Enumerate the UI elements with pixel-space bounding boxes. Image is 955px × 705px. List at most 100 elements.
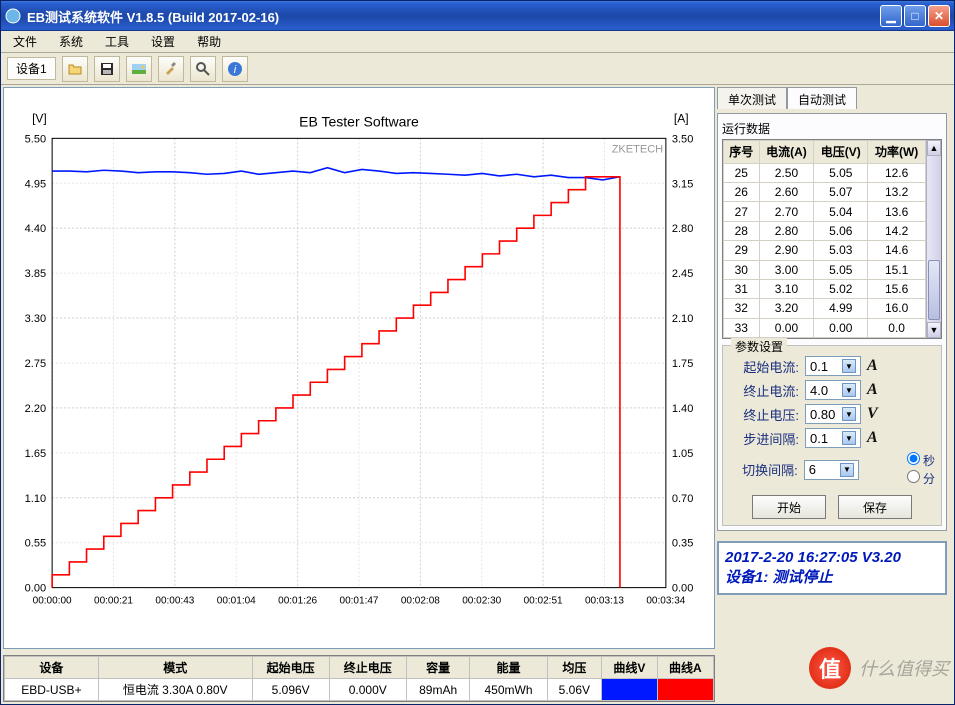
app-icon bbox=[5, 8, 21, 24]
table-row[interactable]: 272.705.0413.6 bbox=[724, 202, 926, 221]
table-cell: 3.00 bbox=[759, 260, 814, 279]
start-button[interactable]: 开始 bbox=[752, 495, 826, 519]
table-row[interactable]: 330.000.000.0 bbox=[724, 318, 926, 337]
tools-icon[interactable] bbox=[158, 56, 184, 82]
open-icon[interactable] bbox=[62, 56, 88, 82]
client-area: EB Tester Software[V][A]ZKETECH5.504.954… bbox=[1, 85, 954, 704]
table-cell: 3.20 bbox=[759, 299, 814, 318]
svg-text:00:02:30: 00:02:30 bbox=[462, 596, 501, 607]
chart-canvas: EB Tester Software[V][A]ZKETECH5.504.954… bbox=[4, 88, 714, 648]
table-cell: 27 bbox=[724, 202, 760, 221]
menu-system[interactable]: 系统 bbox=[53, 31, 89, 52]
run-data-label: 运行数据 bbox=[722, 118, 942, 139]
table-row[interactable]: 292.905.0314.6 bbox=[724, 241, 926, 260]
table-cell: 15.6 bbox=[868, 279, 926, 298]
svg-text:3.15: 3.15 bbox=[672, 178, 693, 190]
menu-tools[interactable]: 工具 bbox=[99, 31, 135, 52]
menu-help[interactable]: 帮助 bbox=[191, 31, 227, 52]
label-step: 步进间隔: bbox=[729, 429, 799, 448]
titlebar[interactable]: EB测试系统软件 V1.8.5 (Build 2017-02-16) ▁ □ ✕ bbox=[1, 1, 954, 31]
col-cap: 容量 bbox=[406, 657, 470, 679]
chevron-down-icon[interactable]: ▼ bbox=[842, 431, 856, 445]
table-row[interactable]: 303.005.0515.1 bbox=[724, 260, 926, 279]
label-end-v: 终止电压: bbox=[729, 405, 799, 424]
table-cell: 26 bbox=[724, 183, 760, 202]
save-button[interactable]: 保存 bbox=[838, 495, 912, 519]
combo-start-i[interactable]: 0.1▼ bbox=[805, 356, 861, 376]
chevron-down-icon[interactable]: ▼ bbox=[842, 383, 856, 397]
table-cell: 0.0 bbox=[868, 318, 926, 337]
device-selector[interactable]: 设备1 bbox=[7, 57, 56, 80]
svg-text:2.20: 2.20 bbox=[25, 403, 46, 415]
col-mode: 模式 bbox=[98, 657, 252, 679]
combo-step[interactable]: 0.1▼ bbox=[805, 428, 861, 448]
svg-text:0.00: 0.00 bbox=[672, 583, 693, 595]
unit-step: A bbox=[867, 429, 887, 447]
table-cell: 13.2 bbox=[868, 183, 926, 202]
search-icon[interactable] bbox=[190, 56, 216, 82]
grid-scrollbar[interactable]: ▲ ▼ bbox=[926, 140, 941, 338]
table-row[interactable]: 262.605.0713.2 bbox=[724, 183, 926, 202]
tab-auto[interactable]: 自动测试 bbox=[787, 87, 857, 109]
radio-seconds[interactable]: 秒 bbox=[865, 452, 935, 469]
table-row[interactable]: 252.505.0512.6 bbox=[724, 163, 926, 182]
summary-row[interactable]: EBD-USB+ 恒电流 3.30A 0.80V 5.096V 0.000V 8… bbox=[5, 679, 714, 701]
cell-avgv: 5.06V bbox=[547, 679, 602, 701]
svg-text:00:01:04: 00:01:04 bbox=[217, 596, 256, 607]
chevron-down-icon[interactable]: ▼ bbox=[840, 463, 854, 477]
col-avgv: 均压 bbox=[547, 657, 602, 679]
svg-text:2.10: 2.10 bbox=[672, 313, 693, 325]
combo-end-i[interactable]: 4.0▼ bbox=[805, 380, 861, 400]
table-cell: 15.1 bbox=[868, 260, 926, 279]
svg-text:5.50: 5.50 bbox=[25, 133, 46, 145]
svg-text:00:02:08: 00:02:08 bbox=[401, 596, 440, 607]
app-window: EB测试系统软件 V1.8.5 (Build 2017-02-16) ▁ □ ✕… bbox=[0, 0, 955, 705]
close-button[interactable]: ✕ bbox=[928, 5, 950, 27]
cell-endv: 0.000V bbox=[329, 679, 406, 701]
tab-panel-auto: 运行数据 序号 电流(A) 电压(V) 功率(W) 252.505.0512.6… bbox=[717, 113, 947, 531]
cell-energy: 450mWh bbox=[470, 679, 547, 701]
minimize-button[interactable]: ▁ bbox=[880, 5, 902, 27]
table-row[interactable]: 313.105.0215.6 bbox=[724, 279, 926, 298]
scroll-thumb[interactable] bbox=[928, 260, 940, 320]
maximize-button[interactable]: □ bbox=[904, 5, 926, 27]
table-row[interactable]: 323.204.9916.0 bbox=[724, 299, 926, 318]
svg-text:00:00:00: 00:00:00 bbox=[33, 596, 72, 607]
chevron-down-icon[interactable]: ▼ bbox=[842, 407, 856, 421]
table-cell: 5.07 bbox=[814, 183, 868, 202]
cell-startv: 5.096V bbox=[252, 679, 329, 701]
svg-text:1.05: 1.05 bbox=[672, 448, 693, 460]
table-cell: 14.6 bbox=[868, 241, 926, 260]
table-cell: 14.2 bbox=[868, 221, 926, 240]
swatch-a bbox=[657, 679, 713, 701]
info-icon[interactable]: i bbox=[222, 56, 248, 82]
menu-file[interactable]: 文件 bbox=[7, 31, 43, 52]
combo-switch[interactable]: 6▼ bbox=[804, 460, 859, 480]
col-endv: 终止电压 bbox=[329, 657, 406, 679]
scroll-up-icon[interactable]: ▲ bbox=[927, 140, 941, 156]
table-cell: 5.04 bbox=[814, 202, 868, 221]
svg-text:00:03:13: 00:03:13 bbox=[585, 596, 624, 607]
table-cell: 32 bbox=[724, 299, 760, 318]
table-row[interactable]: 282.805.0614.2 bbox=[724, 221, 926, 240]
unit-end-v: V bbox=[867, 405, 887, 423]
scroll-down-icon[interactable]: ▼ bbox=[927, 322, 941, 338]
col-energy: 能量 bbox=[470, 657, 547, 679]
label-end-i: 终止电流: bbox=[729, 381, 799, 400]
chevron-down-icon[interactable]: ▼ bbox=[842, 359, 856, 373]
combo-end-v[interactable]: 0.80▼ bbox=[805, 404, 861, 424]
svg-text:3.30: 3.30 bbox=[25, 313, 46, 325]
table-cell: 3.10 bbox=[759, 279, 814, 298]
tab-single[interactable]: 单次测试 bbox=[717, 87, 787, 109]
svg-text:2.45: 2.45 bbox=[672, 268, 693, 280]
table-cell: 0.00 bbox=[814, 318, 868, 337]
svg-text:4.95: 4.95 bbox=[25, 178, 46, 190]
label-start-i: 起始电流: bbox=[729, 357, 799, 376]
table-cell: 0.00 bbox=[759, 318, 814, 337]
save-icon[interactable] bbox=[94, 56, 120, 82]
svg-text:1.10: 1.10 bbox=[25, 493, 46, 505]
menu-settings[interactable]: 设置 bbox=[145, 31, 181, 52]
image-icon[interactable] bbox=[126, 56, 152, 82]
radio-minutes[interactable]: 分 bbox=[865, 470, 935, 487]
label-switch: 切换间隔: bbox=[729, 460, 798, 479]
